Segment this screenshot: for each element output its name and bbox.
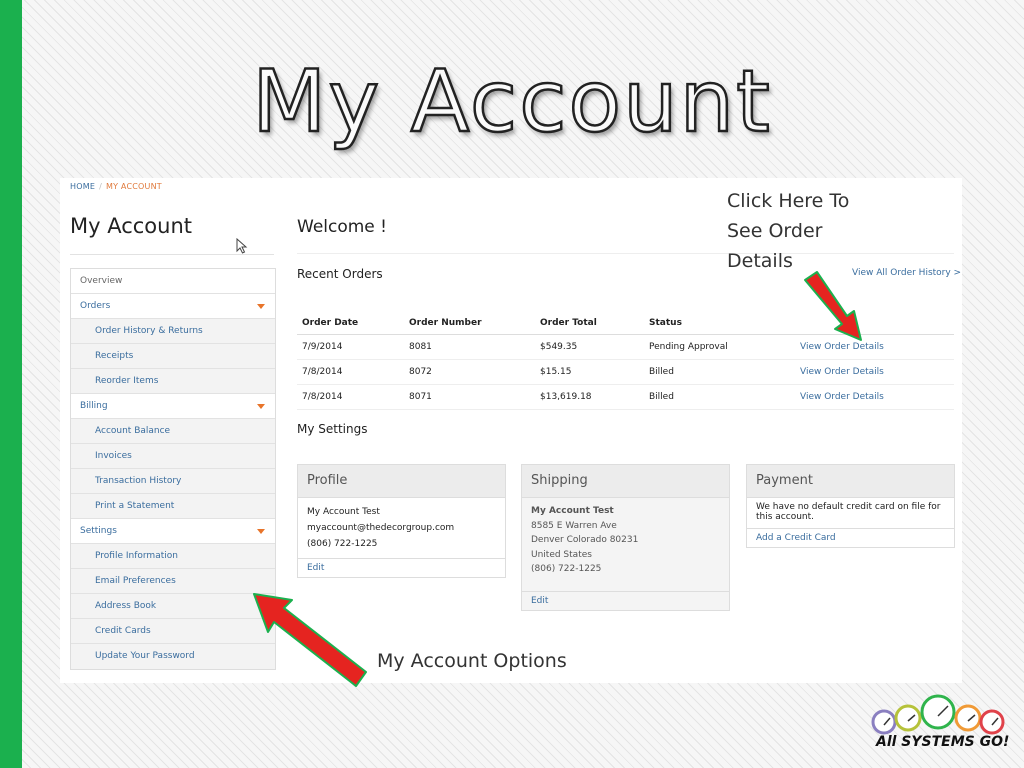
shipping-street: 8585 E Warren Ave bbox=[531, 520, 617, 531]
sidebar-item-label: Update Your Password bbox=[95, 651, 195, 661]
order-total: $13,619.18 bbox=[535, 384, 644, 410]
order-total: $549.35 bbox=[535, 334, 644, 360]
sidebar-item-label: Order History & Returns bbox=[95, 326, 203, 336]
profile-card: Profile My Account Test myaccount@thedec… bbox=[297, 464, 506, 578]
shipping-card-body: My Account Test 8585 E Warren Ave Denver… bbox=[522, 498, 729, 591]
mouse-cursor-icon bbox=[236, 238, 248, 254]
shipping-name: My Account Test bbox=[531, 506, 614, 516]
breadcrumb-separator: / bbox=[99, 182, 102, 191]
sidebar-item-reorder-items[interactable]: Reorder Items bbox=[71, 369, 275, 394]
table-row: 7/8/2014 8071 $13,619.18 Billed View Ord… bbox=[297, 384, 954, 410]
sidebar-item-label: Orders bbox=[80, 301, 111, 311]
sidebar-item-order-history[interactable]: Order History & Returns bbox=[71, 319, 275, 344]
sidebar-item-receipts[interactable]: Receipts bbox=[71, 344, 275, 369]
sidebar-item-email-preferences[interactable]: Email Preferences bbox=[71, 569, 275, 594]
order-number: 8071 bbox=[404, 384, 535, 410]
sidebar-item-overview[interactable]: Overview bbox=[71, 269, 275, 294]
profile-email: myaccount@thedecorgroup.com bbox=[307, 523, 455, 533]
caret-down-icon bbox=[257, 529, 265, 534]
sidebar-item-address-book[interactable]: Address Book bbox=[71, 594, 275, 619]
sidebar-item-print-statement[interactable]: Print a Statement bbox=[71, 494, 275, 519]
sidebar-item-label: Overview bbox=[80, 276, 123, 286]
breadcrumb-home[interactable]: HOME bbox=[70, 182, 95, 191]
sidebar-item-update-password[interactable]: Update Your Password bbox=[71, 644, 275, 669]
shipping-card: Shipping My Account Test 8585 E Warren A… bbox=[521, 464, 730, 611]
sidebar-item-label: Print a Statement bbox=[95, 501, 175, 511]
sidebar-item-label: Address Book bbox=[95, 601, 157, 611]
sidebar-item-label: Transaction History bbox=[95, 476, 182, 486]
recent-orders-title: Recent Orders bbox=[297, 267, 383, 281]
heading-divider bbox=[70, 254, 274, 255]
column-header: Order Date bbox=[297, 312, 404, 335]
breadcrumb: HOME / MY ACCOUNT bbox=[70, 182, 162, 191]
sidebar-item-label: Billing bbox=[80, 401, 108, 411]
welcome-heading: Welcome ! bbox=[297, 217, 387, 237]
sidebar-group-orders[interactable]: Orders bbox=[71, 294, 275, 319]
slide-title: My Account bbox=[251, 51, 772, 154]
sidebar-group-billing[interactable]: Billing bbox=[71, 394, 275, 419]
arrow-to-account-options-icon bbox=[253, 593, 367, 687]
shipping-card-title: Shipping bbox=[522, 465, 729, 498]
arrow-to-order-details-icon bbox=[804, 271, 862, 341]
sidebar-group-settings[interactable]: Settings bbox=[71, 519, 275, 544]
caret-down-icon bbox=[257, 404, 265, 409]
profile-card-body: My Account Test myaccount@thedecorgroup.… bbox=[298, 498, 505, 558]
account-sidebar: Overview Orders Order History & Returns … bbox=[70, 268, 276, 670]
order-status: Billed bbox=[644, 359, 795, 385]
view-order-details-link[interactable]: View Order Details bbox=[795, 359, 954, 385]
add-credit-card-link[interactable]: Add a Credit Card bbox=[747, 528, 954, 547]
order-date: 7/8/2014 bbox=[297, 384, 404, 410]
sidebar-item-profile-information[interactable]: Profile Information bbox=[71, 544, 275, 569]
sidebar-item-label: Settings bbox=[80, 526, 117, 536]
table-row: 7/8/2014 8072 $15.15 Billed View Order D… bbox=[297, 359, 954, 385]
column-header: Order Number bbox=[404, 312, 535, 335]
sidebar-item-label: Credit Cards bbox=[95, 626, 151, 636]
order-total: $15.15 bbox=[535, 359, 644, 385]
shipping-edit-link[interactable]: Edit bbox=[522, 590, 729, 610]
order-date: 7/9/2014 bbox=[297, 334, 404, 360]
breadcrumb-current: MY ACCOUNT bbox=[105, 182, 162, 191]
sidebar-item-label: Profile Information bbox=[95, 551, 178, 561]
sidebar-item-label: Email Preferences bbox=[95, 576, 176, 586]
profile-card-title: Profile bbox=[298, 465, 505, 498]
sidebar-item-label: Receipts bbox=[95, 351, 134, 361]
payment-card-title: Payment bbox=[747, 465, 954, 498]
profile-edit-link[interactable]: Edit bbox=[298, 558, 505, 577]
order-status: Pending Approval bbox=[644, 334, 795, 360]
logo-text: All SYSTEMS GO! bbox=[876, 734, 1010, 750]
profile-phone: (806) 722-1225 bbox=[307, 539, 378, 549]
callout-account-options: My Account Options bbox=[377, 650, 567, 672]
sidebar-item-credit-cards[interactable]: Credit Cards bbox=[71, 619, 275, 644]
sidebar-item-label: Account Balance bbox=[95, 426, 171, 436]
payment-card: Payment We have no default credit card o… bbox=[746, 464, 955, 548]
page-title: My Account bbox=[70, 214, 193, 238]
order-status: Billed bbox=[644, 384, 795, 410]
shipping-city: Denver Colorado 80231 bbox=[531, 535, 639, 545]
my-settings-title: My Settings bbox=[297, 422, 368, 436]
view-order-details-link[interactable]: View Order Details bbox=[795, 384, 954, 410]
profile-name: My Account Test bbox=[307, 507, 380, 517]
sidebar-item-transaction-history[interactable]: Transaction History bbox=[71, 469, 275, 494]
shipping-phone: (806) 722-1225 bbox=[531, 564, 602, 574]
callout-order-details: Click Here To See Order Details bbox=[727, 190, 850, 272]
sidebar-item-invoices[interactable]: Invoices bbox=[71, 444, 275, 469]
payment-message: We have no default credit card on file f… bbox=[756, 502, 941, 522]
order-number: 8072 bbox=[404, 359, 535, 385]
sidebar-item-label: Reorder Items bbox=[95, 376, 159, 386]
sidebar-item-account-balance[interactable]: Account Balance bbox=[71, 419, 275, 444]
sidebar-item-label: Invoices bbox=[95, 451, 132, 461]
order-date: 7/8/2014 bbox=[297, 359, 404, 385]
column-header: Order Total bbox=[535, 312, 644, 335]
caret-down-icon bbox=[257, 304, 265, 309]
shipping-country: United States bbox=[531, 549, 592, 560]
order-number: 8081 bbox=[404, 334, 535, 360]
column-header: Status bbox=[644, 312, 795, 335]
